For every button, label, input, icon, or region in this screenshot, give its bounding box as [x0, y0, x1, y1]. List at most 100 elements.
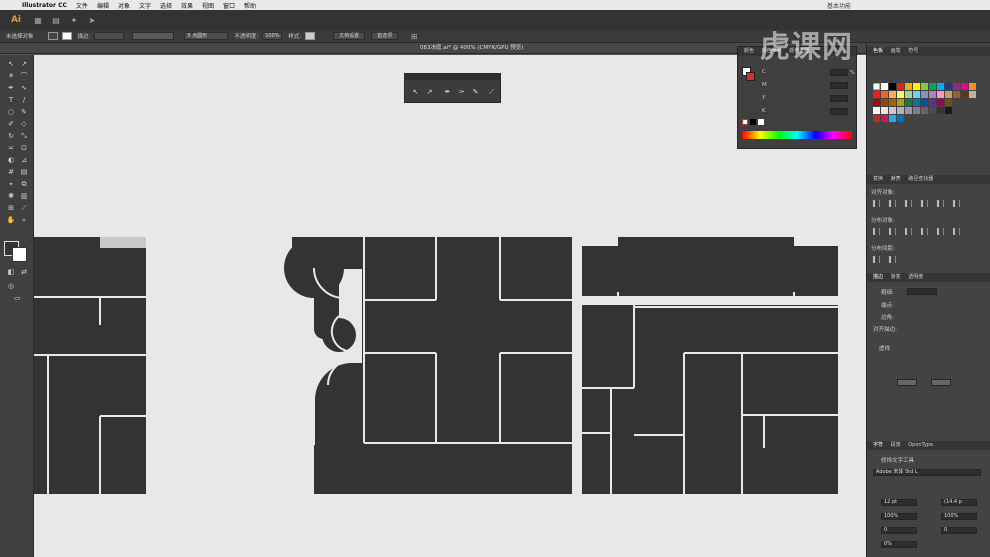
stroke-color-swatch[interactable] [61, 32, 72, 40]
black-swatch[interactable] [750, 119, 756, 125]
tab-align[interactable]: 对齐 [891, 176, 901, 182]
paintbrush-tool-icon[interactable]: ✎ [19, 107, 29, 117]
tab-transform[interactable]: 变换 [873, 176, 883, 182]
menu-window[interactable]: 窗口 [223, 1, 235, 10]
tab-stroke[interactable]: 描边 [873, 274, 883, 280]
font-family-field[interactable]: Adobe 宋体 Std L [873, 469, 981, 476]
shape-builder-tool-icon[interactable]: ◐ [6, 155, 16, 165]
channel-y-value[interactable] [830, 95, 848, 102]
artboard-tool-icon[interactable]: ⊞ [6, 203, 16, 213]
brush-definition[interactable]: 5 点圆形 [184, 32, 229, 40]
document-tab[interactable]: 083决庭.ai* @ 400% (CMYK/GPU 预览) [420, 43, 523, 54]
dash-field-1[interactable] [897, 379, 917, 386]
selection-arrow-icon[interactable]: ↖ [411, 88, 420, 97]
blend-tool-icon[interactable]: ⧉ [19, 179, 29, 189]
column-graph-tool-icon[interactable]: ▥ [19, 191, 29, 201]
white-swatch[interactable] [758, 119, 764, 125]
gpu-performance-icon[interactable]: ✦ [68, 14, 80, 26]
variable-width-profile[interactable] [132, 32, 175, 40]
free-transform-tool-icon[interactable]: ⊡ [19, 143, 29, 153]
touch-type-tool-label[interactable]: 修饰文字工具 [881, 456, 914, 464]
pen-delete-icon[interactable]: ✑ [457, 88, 466, 97]
vertical-scale-field[interactable]: 100% [941, 513, 977, 520]
stroke-swatch[interactable] [12, 247, 27, 262]
slice-tool-icon[interactable]: ⟋ [19, 203, 29, 213]
workspace-switcher[interactable]: 基本功能 [827, 1, 851, 10]
horizontal-scale-field[interactable]: 100% [881, 513, 917, 520]
lasso-tool-icon[interactable]: ⌒ [19, 71, 29, 81]
pen-add-icon[interactable]: ✒ [443, 88, 452, 97]
stroke-weight-field[interactable] [94, 32, 125, 40]
shaper-tool-icon[interactable]: ✐ [6, 119, 16, 129]
font-size-field[interactable]: 12 pt [881, 499, 917, 506]
bridge-icon[interactable]: ▦ [32, 14, 44, 26]
channel-m-value[interactable] [830, 82, 848, 89]
align-icons-row[interactable] [873, 200, 969, 207]
hand-tool-icon[interactable]: ✋ [6, 215, 16, 225]
perspective-grid-tool-icon[interactable]: ⊿ [19, 155, 29, 165]
tab-opentype[interactable]: OpenType [908, 442, 933, 448]
send-icon[interactable]: ➤ [86, 14, 98, 26]
menu-object[interactable]: 对象 [118, 1, 130, 10]
swap-colors-icon[interactable]: ⇄ [19, 267, 29, 277]
document-setup-button[interactable]: 文档设置 [333, 32, 366, 40]
graphic-style-swatch[interactable] [305, 32, 316, 40]
tab-color[interactable]: 颜色 [744, 48, 754, 54]
color-spectrum[interactable] [742, 131, 852, 139]
screen-mode-icon[interactable]: ▭ [12, 293, 22, 303]
arrange-icon[interactable]: ⊞ [408, 30, 420, 42]
channel-k-value[interactable] [830, 108, 848, 115]
arrange-documents-icon[interactable]: ▤ [50, 14, 62, 26]
menu-view[interactable]: 视图 [202, 1, 214, 10]
leading-field[interactable]: (14.4 p [941, 499, 977, 506]
kerning-field[interactable]: 0 [881, 527, 917, 534]
mesh-tool-icon[interactable]: # [6, 167, 16, 177]
menu-edit[interactable]: 编辑 [97, 1, 109, 10]
ellipse-tool-icon[interactable]: ○ [6, 107, 16, 117]
pen-tool-icon[interactable]: ✒ [6, 83, 16, 93]
symbol-sprayer-tool-icon[interactable]: ✺ [6, 191, 16, 201]
menu-help[interactable]: 帮助 [244, 1, 256, 10]
eyedropper-tool-icon[interactable]: ⌖ [6, 179, 16, 189]
menu-select[interactable]: 选择 [160, 1, 172, 10]
fill-color-swatch[interactable] [47, 32, 58, 40]
dash-field-2[interactable] [931, 379, 951, 386]
menu-file[interactable]: 文件 [76, 1, 88, 10]
floating-panel-header[interactable] [405, 74, 500, 80]
none-color-swatch[interactable] [742, 119, 748, 125]
selection-tool-icon[interactable]: ↖ [6, 59, 16, 69]
draw-mode-icon[interactable]: ◎ [6, 281, 16, 291]
tab-character[interactable]: 字符 [873, 442, 883, 448]
swatch-grid[interactable] [873, 83, 983, 133]
color-panel-stroke[interactable] [746, 72, 755, 81]
menu-effect[interactable]: 效果 [181, 1, 193, 10]
gradient-tool-icon[interactable]: ▤ [19, 167, 29, 177]
opacity-field[interactable]: 100% [262, 32, 283, 40]
zoom-tool-icon[interactable]: ⌕ [19, 215, 29, 225]
direct-select-arrow-icon[interactable]: ↗ [425, 88, 434, 97]
scale-tool-icon[interactable]: ⤡ [19, 131, 29, 141]
width-tool-icon[interactable]: ≍ [6, 143, 16, 153]
tab-transparency[interactable]: 透明度 [908, 274, 923, 280]
type-tool-icon[interactable]: T [6, 95, 16, 105]
tracking-field[interactable]: 0 [941, 527, 977, 534]
app-name[interactable]: Illustrator CC [22, 2, 67, 9]
distribute-icons-row[interactable] [873, 228, 969, 235]
rotate-tool-icon[interactable]: ↻ [6, 131, 16, 141]
weight-field[interactable] [907, 288, 937, 295]
dashed-line-label[interactable]: 虚线 [879, 344, 890, 352]
scissors-icon[interactable]: ⟋ [487, 88, 496, 97]
tab-gradient[interactable]: 渐变 [891, 274, 901, 280]
menu-type[interactable]: 文字 [139, 1, 151, 10]
distribute-spacing-icons[interactable] [873, 256, 905, 263]
default-colors-icon[interactable]: ◧ [6, 267, 16, 277]
eraser-tool-icon[interactable]: ◇ [19, 119, 29, 129]
direct-selection-tool-icon[interactable]: ↗ [19, 59, 29, 69]
curvature-tool-icon[interactable]: ∿ [19, 83, 29, 93]
tab-symbols[interactable]: 符号 [908, 48, 918, 54]
magic-wand-tool-icon[interactable]: ✶ [6, 71, 16, 81]
preferences-button[interactable]: 首选项 [371, 32, 399, 40]
tab-brushes[interactable]: 画笔 [891, 48, 901, 54]
tsume-field[interactable]: 0% [881, 541, 917, 548]
tab-swatches[interactable]: 色板 [873, 48, 883, 54]
